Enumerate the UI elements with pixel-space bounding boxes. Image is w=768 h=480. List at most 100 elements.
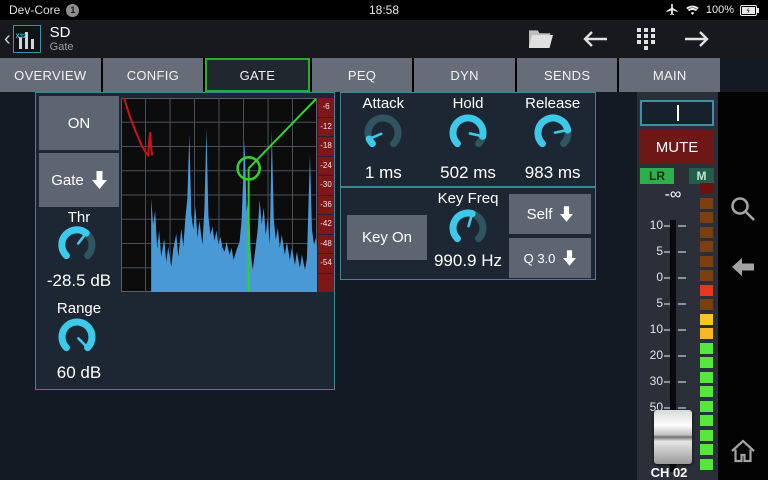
release-label: Release [510,95,595,112]
meter-segment [700,459,713,470]
pan-indicator[interactable] [640,100,714,126]
release-knob[interactable] [529,112,577,161]
chevron-back-icon[interactable]: ‹ [4,29,11,49]
left-arrow-icon[interactable] [582,29,608,49]
right-arrow-icon[interactable] [684,29,710,49]
gate-on-button[interactable]: ON [39,96,119,150]
battery-percent: 100% [706,4,734,16]
dynamics-panel: Attack 1 ms Hold 502 ms Release 983 ms [340,92,596,187]
key-panel: Key On Key Freq 990.9 Hz Self Q 3.0 [340,187,596,280]
dropdown-arrow-icon [92,171,107,189]
tab-main[interactable]: MAIN [619,58,720,92]
graph-db-scale: -6-12-18-24-30-36-42-48-54 [318,98,334,292]
key-on-button[interactable]: Key On [347,215,427,260]
channel-name: CH 02 [637,465,701,480]
channel-strip: MUTE LR M -∞ 1050510203050 CH 02 [637,92,718,480]
range-value: 60 dB [28,363,130,383]
back-arrow-icon[interactable] [730,255,756,284]
db-scale-segment: -48 [318,235,334,254]
pan-position-line [677,105,679,121]
wifi-icon [685,4,700,16]
attack-label: Attack [341,95,426,112]
main-content: ON Gate Thr -28.5 dB Range 60 dB -6-12-1… [0,92,768,480]
search-icon[interactable] [729,195,757,228]
attack-knob[interactable] [359,112,407,161]
dropdown-arrow-icon [560,206,573,222]
gate-type-dropdown[interactable]: Gate [39,153,119,207]
mute-button[interactable]: MUTE [640,130,714,164]
db-scale-segment: -36 [318,196,334,215]
key-source-dropdown[interactable]: Self [509,194,591,234]
fader-scale-label: 20 [639,348,663,362]
tab-gate[interactable]: GATE [205,58,310,92]
meter-segment [700,328,713,339]
meter-segment [700,386,713,397]
meter-segment [700,183,713,194]
level-meter [700,183,713,473]
fader-handle[interactable] [654,410,692,464]
tab-peq[interactable]: PEQ [312,58,413,92]
meter-segment [700,314,713,325]
battery-icon [740,5,759,16]
lr-assign-badge[interactable]: LR [640,168,674,184]
fader-scale-label: 10 [639,218,663,232]
db-scale-segment: -42 [318,215,334,234]
attack-value: 1 ms [341,163,426,183]
db-scale-segment: -6 [318,98,334,117]
tab-sends[interactable]: SENDS [517,58,618,92]
meter-segment [700,256,713,267]
airplane-mode-icon [665,3,679,17]
range-label: Range [36,300,122,317]
meter-segment [700,270,713,281]
tab-dyn[interactable]: DYN [414,58,515,92]
dropdown-arrow-icon [563,250,576,266]
hold-label: Hold [426,95,511,112]
meter-segment [700,343,713,354]
meter-segment [700,430,713,441]
mixer-app-screen: Dev-Core 1 18:58 100% ‹ X32 SD Gate [0,0,768,480]
mono-assign-badge[interactable]: M [689,168,714,184]
fader-scale-label: 5 [639,244,663,258]
dialpad-icon[interactable] [636,27,656,51]
fader-scale-label: 5 [639,296,663,310]
fader-scale-label: 0 [639,270,663,284]
threshold-knob[interactable] [53,224,101,273]
tab-config[interactable]: CONFIG [103,58,204,92]
db-scale-segment [318,274,334,293]
meter-segment [700,357,713,368]
key-freq-value: 990.9 Hz [418,251,518,271]
tab-overview[interactable]: OVERVIEW [0,58,101,92]
fader-scale-label: 30 [639,374,663,388]
folder-icon[interactable] [528,29,554,49]
db-scale-segment: -24 [318,157,334,176]
console-icon[interactable]: X32 [13,25,41,53]
hold-knob[interactable] [444,112,492,161]
db-scale-segment: -30 [318,176,334,195]
key-freq-label: Key Freq [418,190,518,207]
gate-graph[interactable] [121,98,317,292]
db-scale-segment: -18 [318,137,334,156]
meter-segment [700,198,713,209]
threshold-value: -28.5 dB [28,271,130,291]
db-scale-segment: -12 [318,118,334,137]
page-subtitle: Gate [50,41,74,53]
nav-sidebar [718,92,768,480]
release-value: 983 ms [510,163,595,183]
meter-segment [700,415,713,426]
meter-segment [700,212,713,223]
meter-segment [700,372,713,383]
hold-value: 502 ms [426,163,511,183]
page-title: SD [50,25,74,42]
range-knob[interactable] [53,316,101,365]
tab-bar: OVERVIEWCONFIGGATEPEQDYNSENDSMAIN [0,58,720,92]
fader-scale-label: 10 [639,322,663,336]
key-q-dropdown[interactable]: Q 3.0 [509,238,591,278]
status-bar: Dev-Core 1 18:58 100% [0,0,768,20]
clock: 18:58 [0,3,768,17]
db-scale-segment: -54 [318,254,334,273]
meter-segment [700,299,713,310]
fader-gain-value: -∞ [645,186,701,204]
home-icon[interactable] [729,438,757,469]
key-freq-knob[interactable] [444,207,492,256]
meter-segment [700,241,713,252]
